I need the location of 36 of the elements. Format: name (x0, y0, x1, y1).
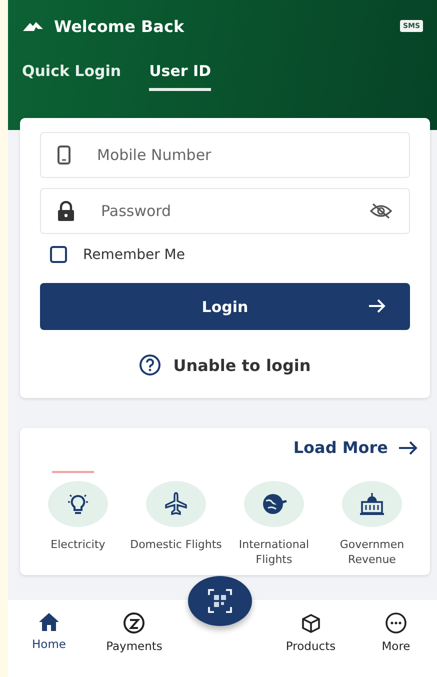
home-icon (38, 612, 60, 632)
arrow-right-icon (398, 440, 418, 454)
arrow-right-icon (368, 299, 386, 313)
government-building-icon (359, 491, 385, 517)
password-field[interactable]: Password (40, 188, 410, 234)
help-icon (139, 354, 162, 376)
nav-tab[interactable]: Products (274, 612, 348, 653)
header-title: Welcome Back (54, 16, 186, 36)
service-label: International Flights (238, 537, 310, 567)
phone-icon (57, 145, 71, 165)
service-label: Domestic Flights (130, 537, 222, 552)
remember-me-label: Remember Me (83, 246, 185, 262)
nav-tab[interactable]: More (359, 612, 433, 653)
eye-slash-icon[interactable] (369, 203, 393, 219)
mobile-number-field[interactable]: Mobile Number (40, 132, 410, 178)
airplane-icon (163, 491, 189, 517)
login-button[interactable]: Login (40, 283, 410, 330)
qr-scan-button[interactable] (188, 576, 252, 626)
service-label: Governmen Revenue (338, 537, 406, 567)
load-more-link[interactable]: Load More (293, 438, 418, 457)
nav-tab[interactable]: Payments (97, 612, 172, 653)
remember-checkbox[interactable] (50, 246, 67, 263)
service-label: Electricity (50, 537, 106, 552)
payment-icon (123, 612, 146, 634)
password-input[interactable]: Password (99, 201, 345, 221)
mobile-number-input[interactable]: Mobile Number (95, 145, 393, 165)
qr-code-icon (208, 589, 232, 613)
unable-to-login-link[interactable]: Unable to login (173, 356, 311, 374)
lock-icon (57, 201, 75, 221)
login-tab[interactable]: User ID (149, 62, 212, 91)
nav-tab[interactable]: Home (12, 612, 86, 651)
globe-plane-icon (260, 491, 288, 517)
login-tab[interactable]: Quick Login (22, 62, 122, 91)
box-icon (300, 612, 322, 634)
logo-icon (22, 19, 44, 33)
more-icon (385, 612, 407, 634)
